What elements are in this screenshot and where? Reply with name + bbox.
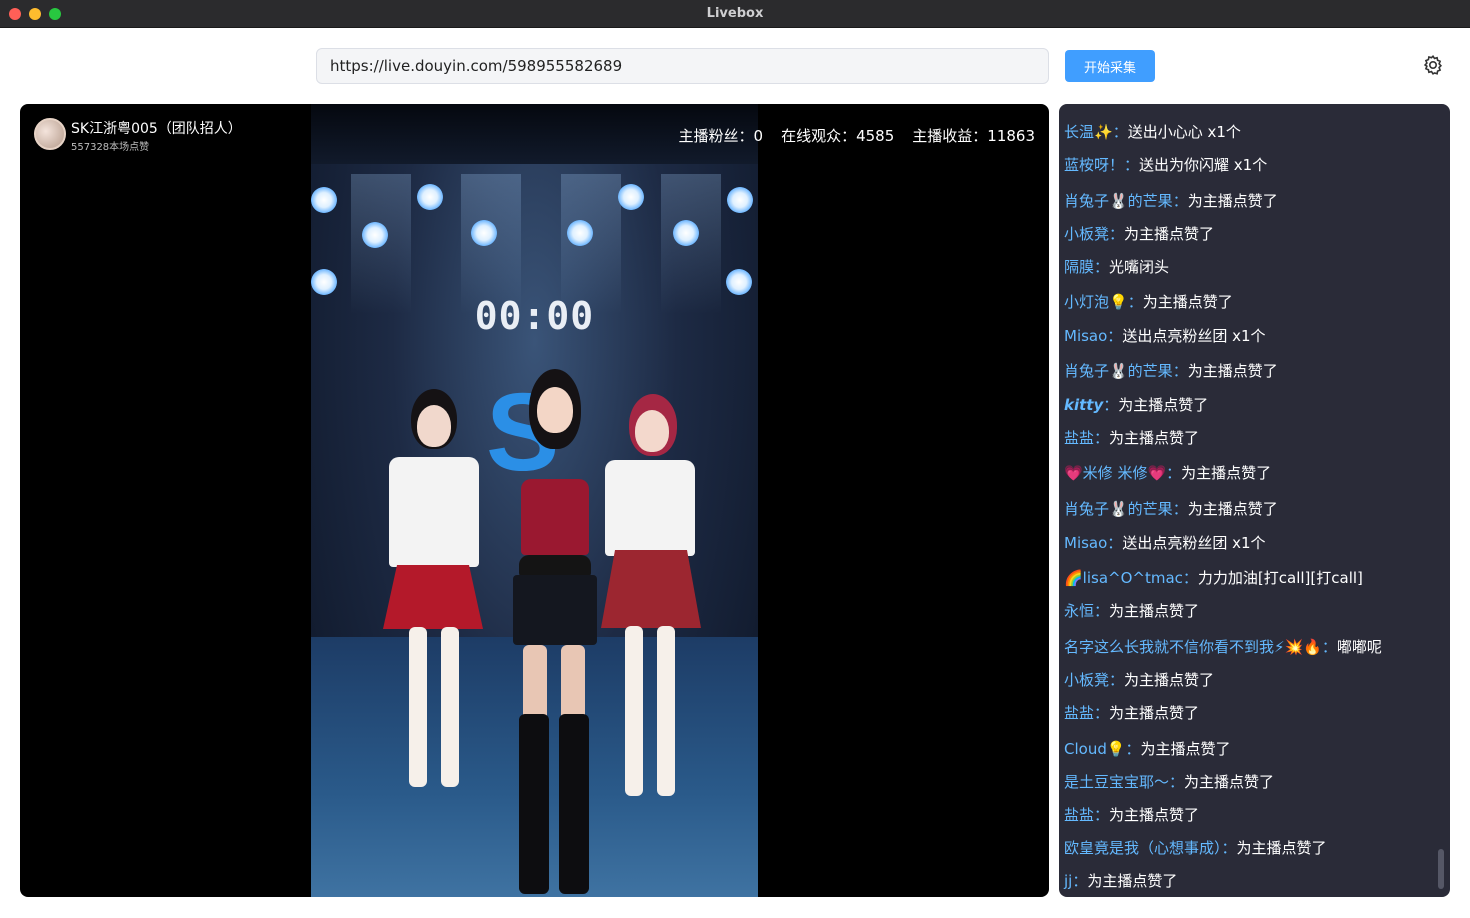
chat-text: 光嘴闭头 [1109, 258, 1170, 276]
start-collect-button[interactable]: 开始采集 [1065, 50, 1155, 82]
chat-message: 蓝桉呀！：送出为你闪耀 x1个 [1064, 156, 1268, 174]
chat-message: jj：为主播点赞了 [1064, 872, 1178, 890]
chat-message: 🌈lisa^O^tmac：力力加油[打call][打call] [1064, 569, 1363, 587]
chat-message: 肖兔子🐰的芒果：为主播点赞了 [1064, 362, 1278, 380]
chat-text: 为主播点赞了 [1109, 429, 1200, 447]
chat-username[interactable]: 盐盐 [1064, 429, 1094, 447]
chat-message: Misao：送出点亮粉丝团 x1个 [1064, 534, 1266, 552]
chat-message: 肖兔子🐰的芒果：为主播点赞了 [1064, 192, 1278, 210]
chat-username[interactable]: 长温✨ [1064, 123, 1113, 141]
chat-text: 为主播点赞了 [1181, 464, 1272, 482]
chat-message: 小灯泡💡：为主播点赞了 [1064, 293, 1233, 311]
chat-text: 为主播点赞了 [1109, 602, 1200, 620]
chat-message: 💗米修 米修💗：为主播点赞了 [1064, 464, 1272, 482]
chat-username[interactable]: Misao [1064, 534, 1107, 552]
chat-text: 送出小心心 x1个 [1127, 123, 1241, 141]
chat-text: 为主播点赞了 [1236, 839, 1327, 857]
chat-text: 为主播点赞了 [1184, 773, 1275, 791]
stage-light [311, 269, 337, 295]
stage-light [726, 269, 752, 295]
chat-username[interactable]: 肖兔子🐰的芒果 [1064, 500, 1173, 518]
stage-light [567, 220, 593, 246]
chat-message: Misao：送出点亮粉丝团 x1个 [1064, 327, 1266, 345]
chat-username[interactable]: 隔膜 [1064, 258, 1094, 276]
stage-light [362, 222, 388, 248]
light-beam [561, 174, 621, 314]
chat-text: 送出点亮粉丝团 x1个 [1122, 327, 1266, 345]
chat-username[interactable]: 是土豆宝宝耶～ [1064, 773, 1169, 791]
chat-text: 为主播点赞了 [1187, 192, 1278, 210]
chat-username[interactable]: 蓝桉呀！ [1064, 156, 1124, 174]
live-stats: 主播粉丝：0 在线观众：4585 主播收益：11863 [661, 125, 1035, 146]
chat-username[interactable]: kitty [1064, 396, 1103, 414]
chat-text: 送出为你闪耀 x1个 [1139, 156, 1268, 174]
chat-username[interactable]: 小灯泡💡 [1064, 293, 1128, 311]
chat-text: 为主播点赞了 [1118, 396, 1209, 414]
chat-username[interactable]: 盐盐 [1064, 806, 1094, 824]
live-url-input[interactable] [316, 48, 1049, 84]
chat-text: 为主播点赞了 [1140, 740, 1231, 758]
chat-message: 盐盐：为主播点赞了 [1064, 429, 1200, 447]
stage-light [471, 220, 497, 246]
stage-light [618, 184, 644, 210]
chat-username[interactable]: 盐盐 [1064, 704, 1094, 722]
chat-username[interactable]: 欧皇竟是我（心想事成） [1064, 839, 1222, 857]
chat-username[interactable]: 名字这么长我就不信你看不到我⚡💥🔥 [1064, 638, 1322, 656]
chat-message: 名字这么长我就不信你看不到我⚡💥🔥：嘟嘟呢 [1064, 638, 1382, 656]
chat-text: 为主播点赞了 [1142, 293, 1233, 311]
stage-light [673, 220, 699, 246]
gear-icon[interactable] [1421, 53, 1445, 77]
chat-username[interactable]: 肖兔子🐰的芒果 [1064, 362, 1173, 380]
window-title: Livebox [706, 6, 764, 21]
live-video[interactable]: 00:00 S [311, 104, 758, 897]
chat-message: kitty：为主播点赞了 [1064, 396, 1209, 414]
stage-clock: 00:00 [474, 294, 595, 338]
chat-text: 嘟嘟呢 [1336, 638, 1382, 656]
chat-username[interactable]: 肖兔子🐰的芒果 [1064, 192, 1173, 210]
chat-message: 欧皇竟是我（心想事成）：为主播点赞了 [1064, 839, 1327, 857]
stage-light [727, 187, 753, 213]
stage-light [417, 184, 443, 210]
stage-light [311, 187, 337, 213]
stat-fans: 主播粉丝：0 [678, 127, 764, 145]
chat-text: 为主播点赞了 [1124, 225, 1215, 243]
chat-message: 盐盐：为主播点赞了 [1064, 806, 1200, 824]
chat-username[interactable]: 小板凳 [1064, 225, 1109, 243]
chat-username[interactable]: 💗米修 米修💗 [1064, 464, 1166, 482]
chat-username[interactable]: 永恒 [1064, 602, 1094, 620]
host-likes: 557328本场点赞 [71, 142, 150, 153]
chat-message: 肖兔子🐰的芒果：为主播点赞了 [1064, 500, 1278, 518]
live-player[interactable]: 00:00 S SK江浙粤005（团队招人） 557328本场点赞 主播粉丝：0… [20, 104, 1049, 897]
chat-message: 隔膜：光嘴闭头 [1064, 258, 1170, 276]
chat-username[interactable]: Cloud💡 [1064, 740, 1126, 758]
stat-income: 主播收益：11863 [912, 127, 1035, 145]
chat-message: 小板凳：为主播点赞了 [1064, 225, 1215, 243]
chat-text: 为主播点赞了 [1109, 806, 1200, 824]
chat-message: 长温✨：送出小心心 x1个 [1064, 123, 1241, 141]
chat-text: 为主播点赞了 [1124, 671, 1215, 689]
chat-message: Cloud💡：为主播点赞了 [1064, 740, 1231, 758]
chat-text: 力力加油[打call][打call] [1197, 569, 1363, 587]
chat-text: 为主播点赞了 [1109, 704, 1200, 722]
light-beam [461, 174, 521, 314]
host-name: SK江浙粤005（团队招人） [71, 121, 242, 137]
chat-message: 盐盐：为主播点赞了 [1064, 704, 1200, 722]
chat-message: 是土豆宝宝耶～：为主播点赞了 [1064, 773, 1275, 791]
chat-text: 送出点亮粉丝团 x1个 [1122, 534, 1266, 552]
title-bar: Livebox [0, 0, 1470, 28]
chat-panel[interactable]: 长温✨：送出小心心 x1个 蓝桉呀！：送出为你闪耀 x1个 肖兔子🐰的芒果：为主… [1059, 104, 1450, 897]
stat-viewers: 在线观众：4585 [781, 127, 895, 145]
chat-text: 为主播点赞了 [1187, 500, 1278, 518]
chat-text: 为主播点赞了 [1187, 362, 1278, 380]
chat-text: 为主播点赞了 [1087, 872, 1178, 890]
chat-username[interactable]: 🌈lisa^O^tmac [1064, 569, 1183, 587]
host-avatar[interactable] [34, 118, 66, 150]
chat-username[interactable]: Misao [1064, 327, 1107, 345]
chat-username[interactable]: 小板凳 [1064, 671, 1109, 689]
chat-scrollbar[interactable] [1438, 849, 1444, 889]
chat-message: 小板凳：为主播点赞了 [1064, 671, 1215, 689]
chat-message: 永恒：为主播点赞了 [1064, 602, 1200, 620]
